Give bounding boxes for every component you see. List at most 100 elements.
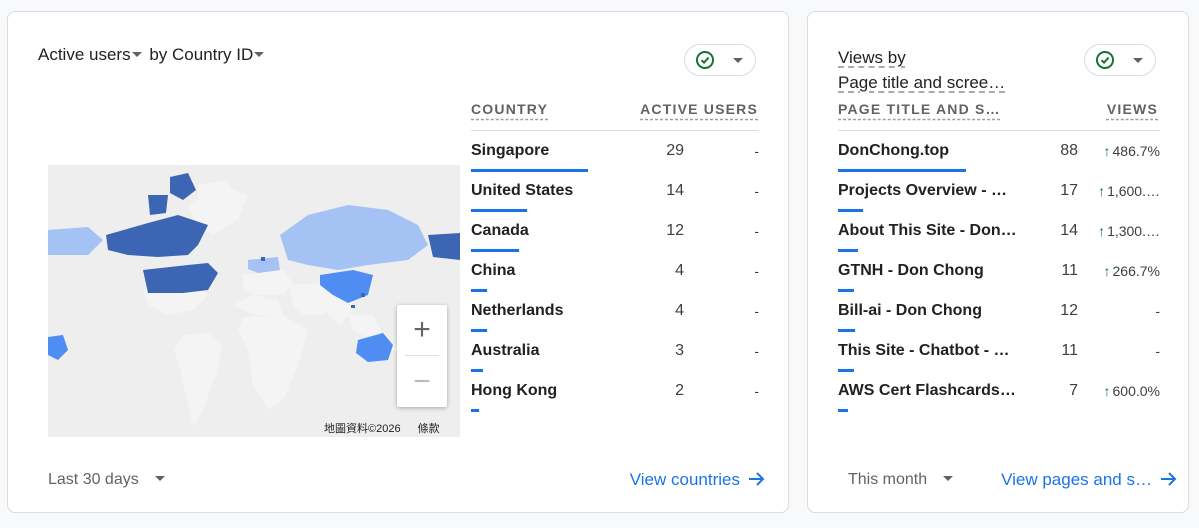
table-row[interactable]: About This Site - Don… 14 ↑ 1,300.… [838, 211, 1160, 252]
view-countries-label: View countries [629, 470, 740, 489]
row-label: Projects Overview - … [838, 182, 1007, 199]
active-users-by-country-card: Active users by Country ID + − 地圖資料©2026… [7, 11, 789, 513]
column-header-country[interactable]: COUNTRY [471, 101, 548, 117]
chevron-down-icon [733, 58, 743, 63]
row-value: 7 [1069, 382, 1078, 399]
row-value: 88 [1060, 142, 1078, 159]
arrow-up-icon: ↑ [1103, 383, 1111, 399]
zoom-controls: + − [397, 305, 447, 407]
row-change: ↑ 486.7% [1104, 143, 1160, 159]
row-label: GTNH - Don Chong [838, 262, 984, 279]
card-title: Active users by Country ID [38, 45, 267, 65]
row-value: 14 [1060, 222, 1078, 239]
row-change: ↑ 1,300.… [1098, 223, 1160, 239]
row-value: 12 [1060, 302, 1078, 319]
row-label: Australia [471, 342, 540, 359]
arrow-right-icon [1161, 472, 1177, 486]
row-label: China [471, 262, 516, 279]
row-label: Singapore [471, 142, 550, 159]
date-range-selector[interactable]: This month [848, 471, 954, 489]
row-value: 12 [666, 222, 684, 239]
map-terms-link[interactable]: 條款 [418, 423, 440, 435]
data-quality-menu[interactable] [1084, 44, 1156, 76]
table-row[interactable]: China 4 - [471, 251, 759, 292]
row-change: - [754, 143, 759, 159]
table-row[interactable]: DonChong.top 88 ↑ 486.7% [838, 131, 1160, 172]
table-row[interactable]: GTNH - Don Chong 11 ↑ 266.7% [838, 251, 1160, 292]
row-change: - [754, 383, 759, 399]
date-range-label: Last 30 days [48, 471, 139, 488]
arrow-up-icon: ↑ [1103, 263, 1111, 279]
zoom-in-button[interactable]: + [397, 305, 447, 355]
chevron-down-icon [943, 475, 954, 481]
chevron-down-icon [254, 52, 265, 58]
zoom-out-button[interactable]: − [397, 357, 447, 407]
table-row[interactable]: Singapore 29 - [471, 131, 759, 172]
column-header-views[interactable]: VIEWS [1107, 101, 1158, 117]
row-change-value: - [754, 383, 759, 399]
row-label: DonChong.top [838, 142, 950, 159]
view-pages-label: View pages and s… [1001, 470, 1152, 489]
row-label: Canada [471, 222, 529, 239]
check-circle-icon [696, 51, 714, 69]
metric-selector[interactable]: Active users [38, 45, 145, 64]
row-change-value: - [1155, 343, 1160, 359]
row-change-value: - [754, 143, 759, 159]
row-value: 4 [675, 302, 684, 319]
row-change-value: - [754, 263, 759, 279]
row-change: - [754, 223, 759, 239]
row-change-value: 1,600.… [1107, 183, 1160, 199]
row-change-value: - [1155, 303, 1160, 319]
table-row[interactable]: Projects Overview - … 17 ↑ 1,600.… [838, 171, 1160, 212]
zoom-divider [405, 355, 439, 356]
row-change: ↑ 1,600.… [1098, 183, 1160, 199]
arrow-right-icon [749, 472, 765, 486]
row-label: Bill-ai - Don Chong [838, 302, 982, 319]
row-label: Netherlands [471, 302, 564, 319]
row-value: 4 [675, 262, 684, 279]
row-change: ↑ 266.7% [1104, 263, 1160, 279]
row-change: - [1155, 303, 1160, 319]
metric-selector[interactable]: Views by [838, 45, 1005, 70]
share-bar [471, 409, 479, 412]
table-row[interactable]: United States 14 - [471, 171, 759, 212]
column-header-active-users[interactable]: ACTIVE USERS [640, 101, 758, 117]
dimension-selector[interactable]: Page title and scree… [838, 70, 1005, 95]
row-label: Hong Kong [471, 382, 558, 399]
card-title: Views by Page title and scree… [838, 45, 1005, 95]
map-attribution: 地圖資料©2026 條款 [324, 420, 440, 436]
check-circle-icon [1096, 51, 1114, 69]
table-row[interactable]: AWS Cert Flashcards… 7 ↑ 600.0% [838, 371, 1160, 412]
row-value: 11 [1061, 262, 1078, 279]
chevron-down-icon [154, 475, 165, 481]
view-countries-link[interactable]: View countries [630, 470, 766, 490]
row-change: - [1155, 343, 1160, 359]
row-change: - [754, 183, 759, 199]
row-label: United States [471, 182, 574, 199]
row-change-value: - [754, 183, 759, 199]
chevron-down-icon [1133, 58, 1143, 63]
row-value: 11 [1061, 342, 1078, 359]
table-row[interactable]: Netherlands 4 - [471, 291, 759, 332]
table-row[interactable]: Canada 12 - [471, 211, 759, 252]
table-row[interactable]: Australia 3 - [471, 331, 759, 372]
view-pages-link[interactable]: View pages and s… [1001, 470, 1178, 490]
map-data-copyright: 地圖資料©2026 [324, 423, 401, 435]
row-change-value: - [754, 303, 759, 319]
row-value: 14 [666, 182, 684, 199]
chevron-down-icon [131, 52, 142, 58]
row-change: ↑ 600.0% [1104, 383, 1160, 399]
row-label: About This Site - Don… [838, 222, 1017, 239]
world-map[interactable]: + − 地圖資料©2026 條款 [48, 165, 460, 437]
row-change: - [754, 303, 759, 319]
table-row[interactable]: Bill-ai - Don Chong 12 - [838, 291, 1160, 332]
arrow-up-icon: ↑ [1098, 183, 1106, 199]
table-row[interactable]: Hong Kong 2 - [471, 371, 759, 412]
date-range-selector[interactable]: Last 30 days [48, 471, 165, 489]
row-change-value: - [754, 223, 759, 239]
row-change-value: 600.0% [1112, 383, 1160, 399]
table-row[interactable]: This Site - Chatbot - … 11 - [838, 331, 1160, 372]
column-header-page-title[interactable]: PAGE TITLE AND S… [838, 101, 1001, 117]
dimension-selector[interactable]: Country ID [172, 45, 267, 64]
data-quality-menu[interactable] [684, 44, 756, 76]
